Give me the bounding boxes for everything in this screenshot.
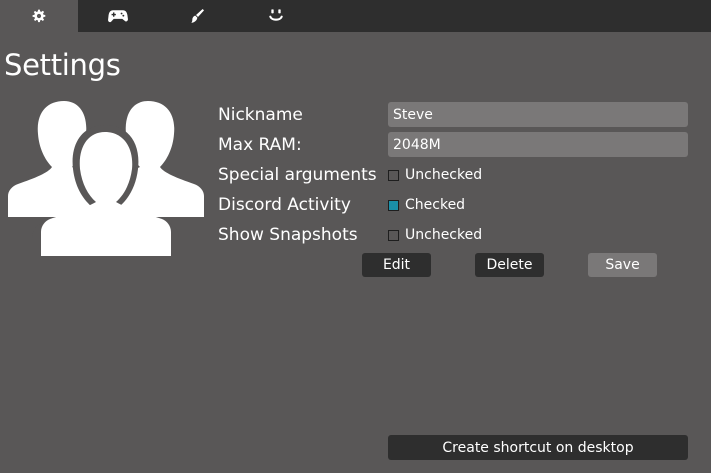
- tab-appearance[interactable]: [158, 0, 236, 32]
- settings-window: Settings Nickname Max RAM: Special argum…: [0, 0, 711, 473]
- checkbox-state-label: Unchecked: [405, 227, 483, 243]
- gamepad-icon: [108, 10, 128, 23]
- tab-settings[interactable]: [0, 0, 78, 32]
- save-button[interactable]: Save: [588, 253, 657, 277]
- checkbox-box[interactable]: [388, 199, 399, 211]
- special-arguments-label: Special arguments: [218, 165, 377, 185]
- create-shortcut-button[interactable]: Create shortcut on desktop: [388, 435, 688, 460]
- checkbox-state-label: Checked: [405, 197, 466, 213]
- users-group-icon: [8, 101, 204, 257]
- nickname-label: Nickname: [218, 105, 303, 125]
- checkbox-box[interactable]: [388, 229, 399, 241]
- tab-about[interactable]: [237, 0, 315, 32]
- max-ram-label: Max RAM:: [218, 135, 302, 155]
- tab-bar: [0, 0, 711, 32]
- nickname-input[interactable]: [388, 102, 688, 127]
- brush-icon: [191, 9, 204, 23]
- show-snapshots-label: Show Snapshots: [218, 225, 358, 245]
- special-arguments-checkbox[interactable]: Unchecked: [388, 166, 482, 184]
- checkbox-box[interactable]: [388, 169, 399, 181]
- show-snapshots-checkbox[interactable]: Unchecked: [388, 226, 482, 244]
- discord-activity-checkbox[interactable]: Checked: [388, 196, 465, 214]
- tab-games[interactable]: [79, 0, 157, 32]
- max-ram-input[interactable]: [388, 132, 688, 157]
- smiley-icon: [269, 9, 283, 21]
- discord-activity-label: Discord Activity: [218, 195, 351, 215]
- checkbox-state-label: Unchecked: [405, 167, 483, 183]
- page-title: Settings: [4, 48, 121, 82]
- edit-button[interactable]: Edit: [362, 253, 431, 277]
- delete-button[interactable]: Delete: [475, 253, 544, 277]
- gear-icon: [32, 9, 46, 23]
